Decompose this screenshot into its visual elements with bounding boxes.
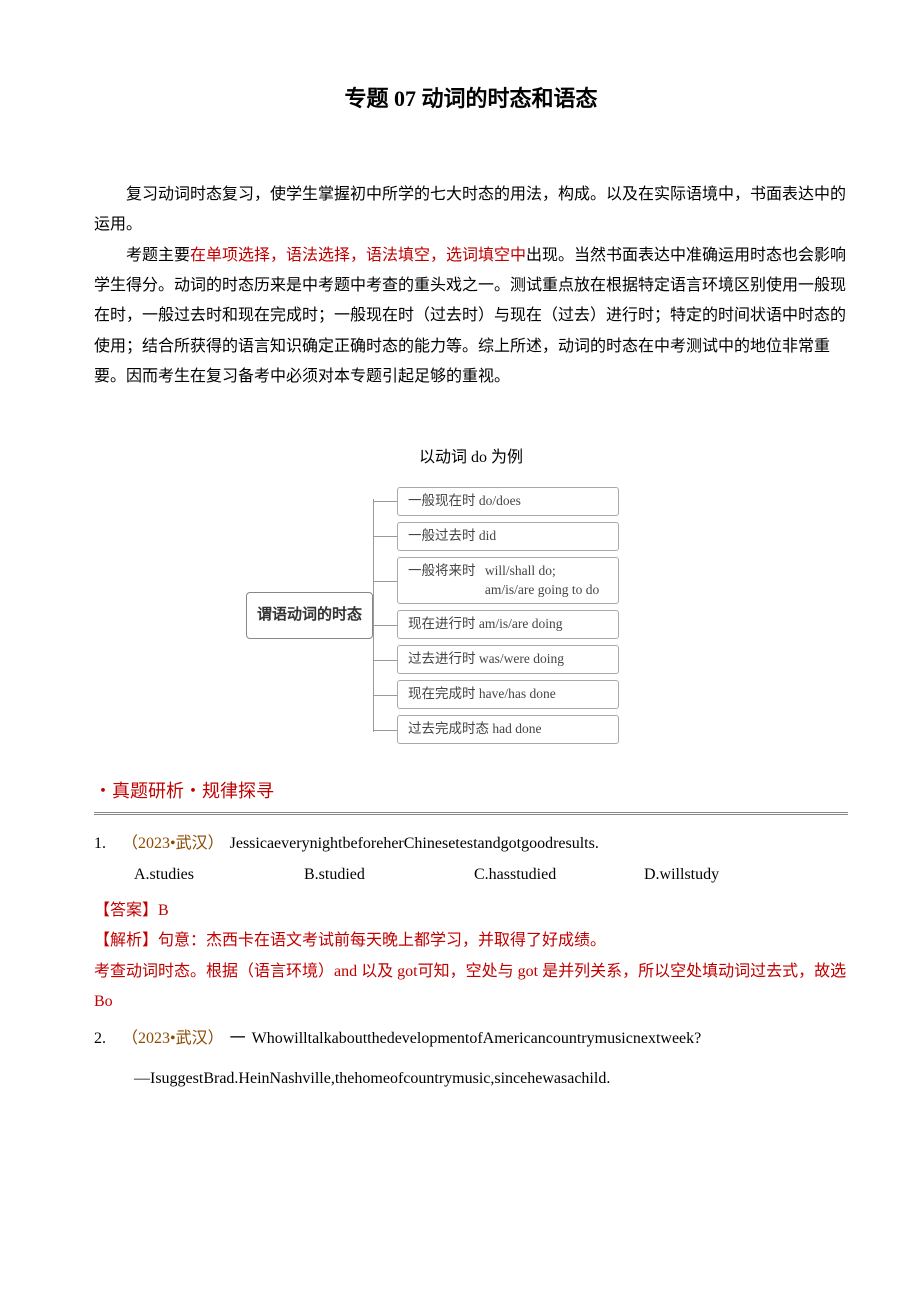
leaf-text: 过去进行时 was/were doing	[408, 651, 564, 666]
explain-l1: 句意：杰西卡在语文考试前每天晚上都学习，并取得了好成绩。	[158, 932, 606, 949]
leaf-text: 一般过去时 did	[408, 528, 496, 543]
q1-tag: （2023•武汉）	[122, 829, 224, 859]
question-2: 2. （2023•武汉） 一 Whowilltalkaboutthedevelo…	[94, 1024, 848, 1095]
q2-stem2: IsuggestBrad.HeinNashville,thehomeofcoun…	[150, 1070, 610, 1087]
q2-stem2-dash: —	[134, 1070, 150, 1087]
tense-diagram: 谓语动词的时态 一般现在时 do/does 一般过去时 did 一般将来时 wi…	[246, 481, 696, 750]
diagram-leaf: 过去进行时 was/were doing	[397, 645, 696, 674]
diagram-leaf: 过去完成时态 had done	[397, 715, 696, 744]
diagram-leaf: 一般将来时 will/shall do; am/is/are going to …	[397, 557, 696, 605]
answer-value: B	[158, 902, 169, 919]
q1-answer-block: 【答案】B 【解析】句意：杰西卡在语文考试前每天晚上都学习，并取得了好成绩。 考…	[94, 896, 848, 1018]
explain-label: 【解析】	[94, 932, 158, 949]
q1-options: A.studies B.studied C.hasstudied D.wills…	[134, 860, 848, 890]
diagram-leaf: 现在完成时 have/has done	[397, 680, 696, 709]
q1-opt-c: C.hasstudied	[474, 860, 644, 890]
explain-l2d: 是并列关系，所以空处填动词过去式，故选	[538, 963, 846, 980]
explain-got2: got	[518, 963, 538, 980]
leaf-sub: will/shall do;	[485, 562, 599, 581]
q1-num: 1.	[94, 829, 116, 859]
q1-opt-b: B.studied	[304, 860, 474, 890]
leaf-text: 一般将来时	[408, 563, 476, 578]
leaf-sub: am/is/are going to do	[485, 581, 599, 600]
question-1: 1. （2023•武汉） JessicaeverynightbeforeherC…	[94, 829, 848, 890]
q2-tag: （2023•武汉）	[122, 1024, 224, 1054]
page-title: 专题 07 动词的时态和语态	[94, 78, 848, 120]
intro-p1: 复习动词时态复习，使学生掌握初中所学的七大时态的用法，构成。以及在实际语境中，书…	[94, 180, 848, 241]
diagram-leaf: 现在进行时 am/is/are doing	[397, 610, 696, 639]
intro-p2-red: 在单项选择，语法选择，语法填空，选词填空中	[190, 247, 526, 264]
q1-stem: JessicaeverynightbeforeherChinesetestand…	[230, 829, 599, 859]
diagram-root: 谓语动词的时态	[246, 592, 373, 639]
diagram-caption: 以动词 do 为例	[94, 443, 848, 473]
explain-l2a: 考查动词时态。根据（语言环境）	[94, 963, 334, 980]
leaf-text: 一般现在时 do/does	[408, 493, 521, 508]
explain-l3: Bo	[94, 987, 848, 1017]
q2-dash: 一	[230, 1024, 246, 1054]
section-title: ・真题研析・规律探寻	[94, 774, 848, 808]
explain-l2b: 以及	[357, 963, 397, 980]
q2-num: 2.	[94, 1024, 116, 1054]
q1-opt-a: A.studies	[134, 860, 304, 890]
diagram-leaf: 一般过去时 did	[397, 522, 696, 551]
explain-and: and	[334, 963, 357, 980]
leaf-text: 过去完成时态 had done	[408, 721, 541, 736]
leaf-text: 现在完成时 have/has done	[408, 686, 556, 701]
intro-p2-a: 考题主要	[126, 247, 190, 264]
q2-stem1: WhowilltalkaboutthedevelopmentofAmerican…	[252, 1024, 702, 1054]
explain-l2c: 可知，空处与	[418, 963, 518, 980]
intro-p2: 考题主要在单项选择，语法选择，语法填空，选词填空中出现。当然书面表达中准确运用时…	[94, 241, 848, 393]
section-divider	[94, 812, 848, 815]
intro-p2-b: 出现。当然书面表达中准确运用时态也会影响学生得分。动词的时态历来是中考题中考查的…	[94, 247, 846, 386]
diagram-branches: 一般现在时 do/does 一般过去时 did 一般将来时 will/shall…	[397, 481, 696, 750]
explain-got: got	[397, 963, 417, 980]
answer-label: 【答案】	[94, 902, 158, 919]
leaf-text: 现在进行时 am/is/are doing	[408, 616, 562, 631]
diagram-leaf: 一般现在时 do/does	[397, 487, 696, 516]
q1-opt-d: D.willstudy	[644, 860, 814, 890]
